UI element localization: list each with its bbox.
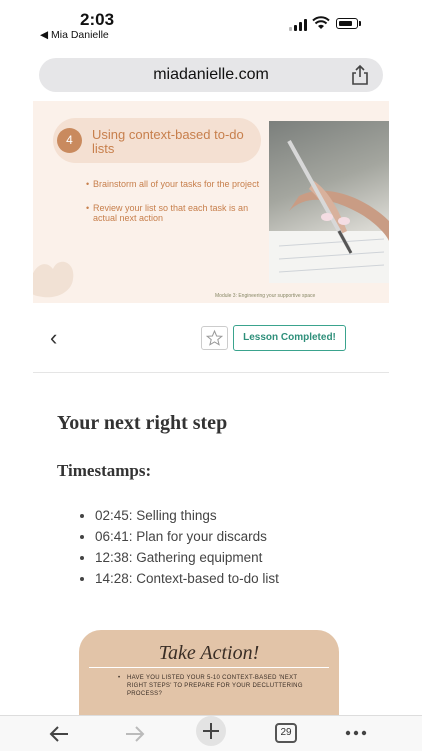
more-options-icon[interactable] bbox=[345, 730, 367, 736]
plus-icon bbox=[203, 723, 219, 739]
list-item: 14:28: Context-based to-do list bbox=[95, 568, 279, 589]
address-bar[interactable]: miadanielle.com bbox=[39, 58, 383, 92]
slide-bullet: Review your list so that each task is an… bbox=[86, 203, 273, 223]
battery-tip bbox=[359, 21, 361, 26]
list-item: 02:45: Selling things bbox=[95, 505, 279, 526]
tab-count-button[interactable]: 29 bbox=[275, 723, 297, 743]
divider bbox=[33, 372, 389, 373]
slide-title: Using context-based to-do lists bbox=[92, 127, 244, 156]
browser-toolbar: 29 bbox=[0, 715, 422, 751]
list-item: 12:38: Gathering equipment bbox=[95, 547, 279, 568]
timestamps-heading: Timestamps: bbox=[57, 461, 152, 480]
timestamps-list: 02:45: Selling things 06:41: Plan for yo… bbox=[80, 505, 279, 589]
take-action-divider bbox=[89, 667, 329, 668]
forward-arrow-icon[interactable] bbox=[124, 725, 146, 743]
slide-bullet: Brainstorm all of your tasks for the pro… bbox=[86, 179, 273, 189]
slide-footer: Module 3: Engineering your supportive sp… bbox=[215, 293, 316, 299]
share-icon[interactable] bbox=[350, 64, 370, 86]
list-item: 06:41: Plan for your discards bbox=[95, 526, 279, 547]
status-time: 2:03 bbox=[80, 10, 115, 29]
lesson-slide-image: 4 Using context-based to-do lists Brains… bbox=[33, 101, 389, 303]
back-to-app-link[interactable]: ◀ Mia Danielle bbox=[40, 29, 109, 41]
url-text[interactable]: miadanielle.com bbox=[39, 58, 383, 92]
take-action-text: Have you listed your 5-10 context-based … bbox=[118, 674, 307, 698]
cellular-signal-icon bbox=[289, 19, 307, 31]
star-icon bbox=[205, 329, 224, 346]
wifi-icon bbox=[312, 16, 330, 29]
section-heading: Your next right step bbox=[57, 412, 228, 434]
decorative-leaf-shape bbox=[33, 261, 74, 298]
back-chevron-icon[interactable]: ‹ bbox=[50, 325, 57, 351]
new-tab-button[interactable] bbox=[196, 716, 226, 746]
lesson-completed-button[interactable]: Lesson Completed! bbox=[233, 325, 346, 351]
step-number-badge: 4 bbox=[57, 128, 82, 153]
favorite-button[interactable] bbox=[201, 326, 228, 350]
back-arrow-icon[interactable] bbox=[48, 725, 70, 743]
take-action-title: Take Action! bbox=[158, 642, 260, 664]
battery-icon bbox=[336, 18, 358, 29]
writing-hand-photo bbox=[269, 121, 389, 283]
